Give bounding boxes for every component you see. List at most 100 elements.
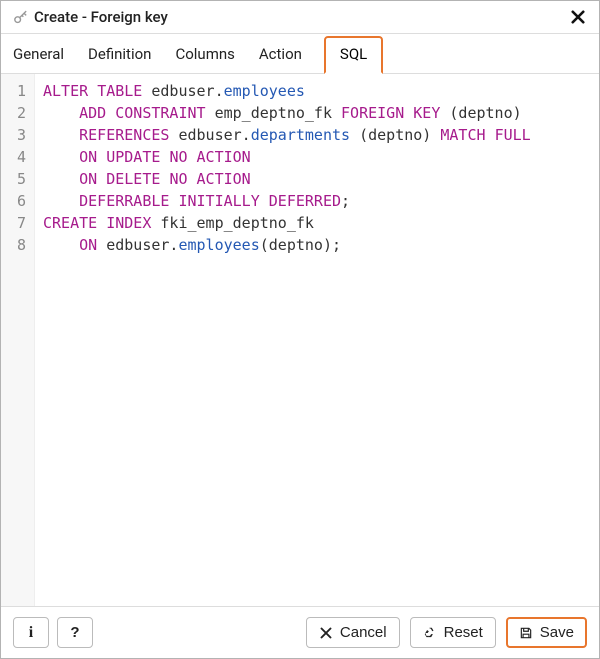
token-plain: edbuser. <box>142 82 223 100</box>
dialog-footer: i ? Cancel Reset <box>1 606 599 658</box>
button-label: Cancel <box>340 625 387 640</box>
line-number: 6 <box>1 190 26 212</box>
token-plain: (deptno) <box>440 104 521 122</box>
token-kw: CREATE <box>43 214 97 232</box>
token-kw: TABLE <box>97 82 142 100</box>
line-number: 7 <box>1 212 26 234</box>
close-icon <box>571 5 585 29</box>
token-kw: DEFERRED <box>269 192 341 210</box>
token-kw: ACTION <box>197 170 251 188</box>
token-plain: (deptno) <box>350 126 440 144</box>
sql-editor[interactable]: 12345678 ALTER TABLE edbuser.employees A… <box>1 74 599 606</box>
token-id: employees <box>224 82 305 100</box>
token-plain <box>97 148 106 166</box>
save-button[interactable]: Save <box>506 617 587 648</box>
token-plain: edbuser. <box>97 236 178 254</box>
code-line: REFERENCES edbuser.departments (deptno) … <box>43 124 591 146</box>
code-line: ALTER TABLE edbuser.employees <box>43 80 591 102</box>
token-kw: INITIALLY <box>178 192 259 210</box>
token-plain: (deptno); <box>260 236 341 254</box>
token-plain: edbuser. <box>169 126 250 144</box>
line-number: 4 <box>1 146 26 168</box>
tab-general[interactable]: General <box>11 36 66 73</box>
tab-label: Action <box>259 45 302 63</box>
token-plain <box>43 148 79 166</box>
help-icon: ? <box>68 625 83 640</box>
token-plain <box>188 148 197 166</box>
token-kw: NO <box>169 148 187 166</box>
code-line: ON DELETE NO ACTION <box>43 168 591 190</box>
cancel-icon <box>319 625 334 640</box>
dialog-title: Create - Foreign key <box>34 8 567 26</box>
cancel-button[interactable]: Cancel <box>306 617 400 648</box>
token-kw: FULL <box>495 126 531 144</box>
tab-label: Columns <box>175 45 234 63</box>
token-kw: KEY <box>413 104 440 122</box>
footer-buttons: Cancel Reset Save <box>306 617 587 648</box>
token-id: departments <box>251 126 350 144</box>
recycle-icon <box>423 625 438 640</box>
code-line: ON UPDATE NO ACTION <box>43 146 591 168</box>
reset-button[interactable]: Reset <box>410 617 496 648</box>
titlebar: Create - Foreign key <box>1 1 599 34</box>
help-button[interactable]: ? <box>57 617 93 648</box>
token-plain <box>97 214 106 232</box>
token-kw: NO <box>169 170 187 188</box>
token-kw: DEFERRABLE <box>79 192 169 210</box>
token-plain <box>43 192 79 210</box>
tab-action[interactable]: Action <box>257 36 304 73</box>
token-kw: ACTION <box>197 148 251 166</box>
code-line: ADD CONSTRAINT emp_deptno_fk FOREIGN KEY… <box>43 102 591 124</box>
key-icon <box>11 8 29 26</box>
token-kw: UPDATE <box>106 148 160 166</box>
line-number: 5 <box>1 168 26 190</box>
code-line: DEFERRABLE INITIALLY DEFERRED; <box>43 190 591 212</box>
token-kw: FOREIGN <box>341 104 404 122</box>
token-plain <box>43 126 79 144</box>
token-plain <box>43 170 79 188</box>
close-button[interactable] <box>567 7 589 27</box>
token-plain <box>43 236 79 254</box>
tab-label: General <box>13 45 64 63</box>
token-kw: ON <box>79 170 97 188</box>
line-number: 8 <box>1 234 26 256</box>
token-kw: ADD <box>79 104 106 122</box>
token-plain <box>97 170 106 188</box>
save-icon <box>519 625 534 640</box>
token-kw: DELETE <box>106 170 160 188</box>
token-kw: ON <box>79 148 97 166</box>
code-line: CREATE INDEX fki_emp_deptno_fk <box>43 212 591 234</box>
token-plain <box>88 82 97 100</box>
button-label: Reset <box>444 625 483 640</box>
token-plain <box>106 104 115 122</box>
token-kw: ON <box>79 236 97 254</box>
token-plain: ; <box>341 192 350 210</box>
token-plain <box>260 192 269 210</box>
token-kw: REFERENCES <box>79 126 169 144</box>
info-icon: i <box>24 625 39 640</box>
token-kw: CONSTRAINT <box>115 104 205 122</box>
tab-definition[interactable]: Definition <box>86 36 153 73</box>
line-number: 1 <box>1 80 26 102</box>
line-number: 2 <box>1 102 26 124</box>
token-plain <box>43 104 79 122</box>
token-plain: emp_deptno_fk <box>206 104 341 122</box>
token-kw: INDEX <box>106 214 151 232</box>
tab-sql[interactable]: SQL <box>324 36 383 74</box>
dialog-create-foreign-key: Create - Foreign key General Definition … <box>0 0 600 659</box>
code-area[interactable]: ALTER TABLE edbuser.employees ADD CONSTR… <box>35 74 599 606</box>
token-plain <box>188 170 197 188</box>
tab-columns[interactable]: Columns <box>173 36 236 73</box>
info-button[interactable]: i <box>13 617 49 648</box>
token-kw: ALTER <box>43 82 88 100</box>
tab-label: Definition <box>88 45 151 63</box>
gutter: 12345678 <box>1 74 35 606</box>
token-id: employees <box>178 236 259 254</box>
button-label: Save <box>540 625 574 640</box>
token-kw: MATCH <box>440 126 485 144</box>
code-line: ON edbuser.employees(deptno); <box>43 234 591 256</box>
token-plain <box>486 126 495 144</box>
token-plain: fki_emp_deptno_fk <box>151 214 314 232</box>
tab-label: SQL <box>340 45 367 63</box>
line-number: 3 <box>1 124 26 146</box>
